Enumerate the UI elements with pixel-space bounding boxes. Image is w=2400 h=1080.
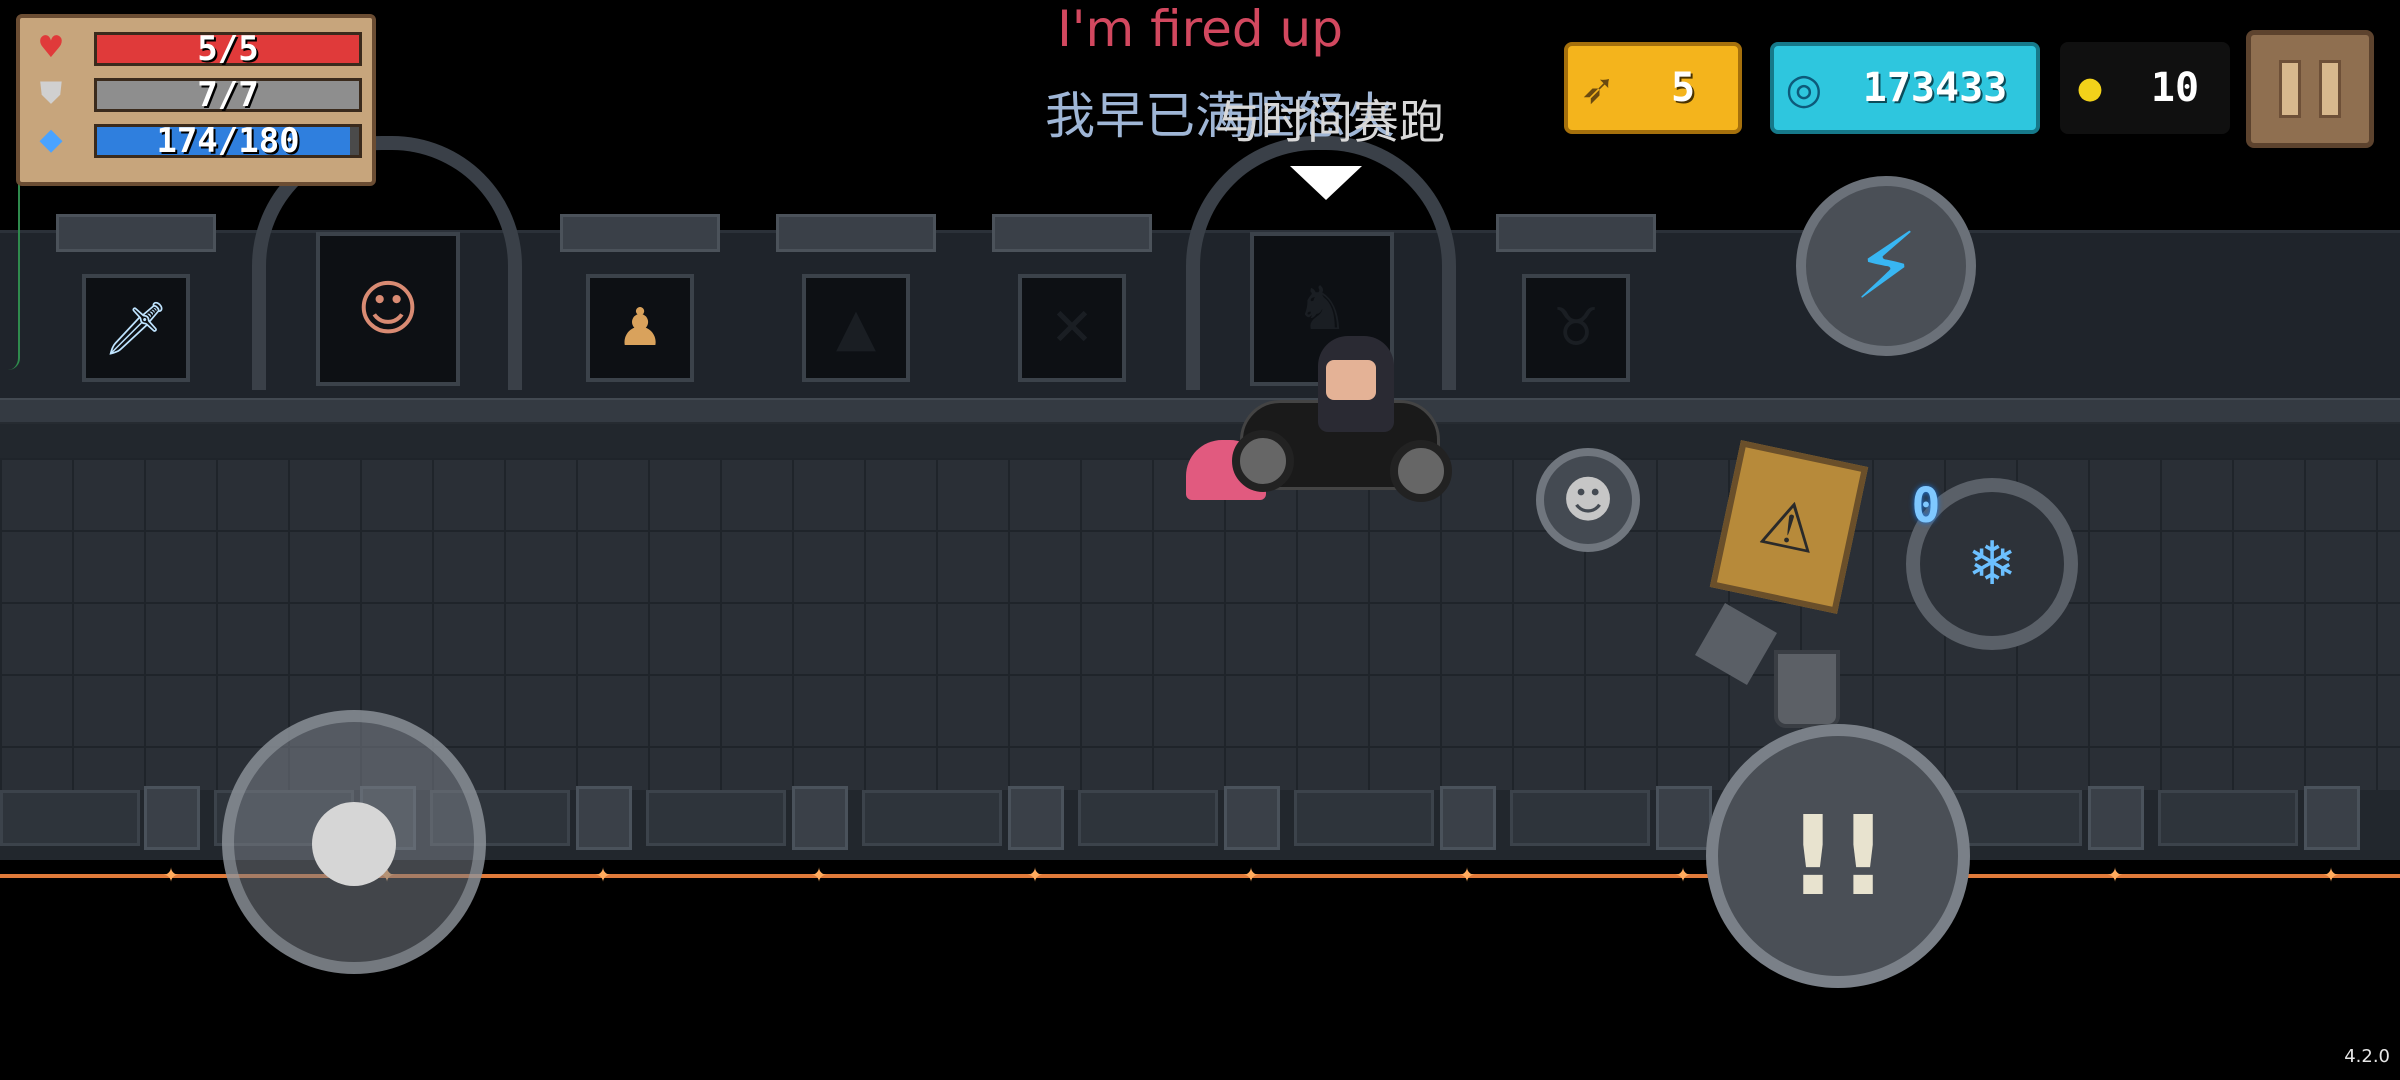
characters-icon: ♟ — [586, 274, 694, 382]
floor-edge-post — [1440, 786, 1496, 850]
floor-edge-post — [576, 786, 632, 850]
version-label: 4.2.0 — [2344, 1046, 2390, 1067]
floor-edge-post — [792, 786, 848, 850]
health-value: 5/5 — [197, 29, 259, 69]
face-icon: ☺ — [316, 232, 460, 386]
player-face — [1326, 360, 1376, 400]
floor-edge-post — [144, 786, 200, 850]
lava-spark: ✦ — [594, 863, 612, 887]
fish-counter: ➶ 5 — [1564, 42, 1742, 134]
floor-edge-block — [1078, 790, 1218, 846]
armor-row: ⛊ 7/7 — [30, 74, 370, 114]
smiley-icon: ☻ — [1561, 471, 1615, 529]
lava-spark: ✦ — [810, 863, 828, 887]
fish-icon: ➶ — [1580, 63, 1616, 113]
pedestal-characters[interactable]: ♟ — [560, 214, 720, 390]
weapon-energy-cost: 0 — [1911, 478, 1941, 534]
energy-diamond-icon: ◆ — [39, 122, 63, 157]
health-bar: 5/5 — [94, 32, 362, 66]
energy-bar: 174/180 — [94, 124, 362, 158]
motorcycle-wheel — [1232, 430, 1294, 492]
coin-icon: ● — [2076, 70, 2104, 106]
energy-row: ◆ 174/180 — [30, 120, 370, 160]
interact-exclamation-icon: !! — [1787, 792, 1889, 920]
floor-edge-block — [1294, 790, 1434, 846]
armor-bar: 7/7 — [94, 78, 362, 112]
shield-icon: ⛊ — [39, 76, 63, 111]
lava-spark: ✦ — [162, 863, 180, 887]
energy-value: 174/180 — [156, 121, 300, 161]
pedestal-locked-wings[interactable]: ✕ — [992, 214, 1152, 390]
coin-counter: ● 10 — [2060, 42, 2230, 134]
player-stats-panel: ♥ 5/5 ⛊ 7/7 ◆ 174/180 — [16, 14, 376, 186]
lightning-icon: ⚡ — [1853, 212, 1919, 320]
pedestal-cap — [1496, 214, 1656, 252]
ice-claw-icon: ❄ — [1966, 529, 2018, 599]
floor-edge-block — [2158, 790, 2298, 846]
hat-silhouette-icon: ▲ — [802, 274, 910, 382]
sword-icon: 🗡 — [82, 274, 190, 382]
attack-button[interactable]: !! — [1706, 724, 1970, 988]
lava-spark: ✦ — [1458, 863, 1476, 887]
bucket — [1774, 650, 1840, 728]
pedestal-cap — [560, 214, 720, 252]
lava-spark: ✦ — [1674, 863, 1692, 887]
lava-spark: ✦ — [2322, 863, 2340, 887]
floor-edge-post — [2304, 786, 2360, 850]
floor-edge-post — [2088, 786, 2144, 850]
wall-ledge — [0, 398, 2400, 424]
speech-text: I'm fired up — [1057, 0, 1343, 58]
lava-spark: ✦ — [1026, 863, 1044, 887]
pedestal-locked-horns[interactable]: ♉ — [1496, 214, 1656, 390]
pause-icon — [2279, 60, 2301, 118]
wings-silhouette-icon: ✕ — [1018, 274, 1126, 382]
floor-edge-post — [1224, 786, 1280, 850]
horns-silhouette-icon: ♉ — [1522, 274, 1630, 382]
lava-spark: ✦ — [1242, 863, 1260, 887]
gem-counter: ◎ 173433 — [1770, 42, 2040, 134]
pedestal-cap — [56, 214, 216, 252]
coin-count: 10 — [2150, 65, 2200, 111]
health-row: ♥ 5/5 — [30, 28, 370, 68]
fish-count: 5 — [1670, 65, 1696, 111]
floor-edge-block — [862, 790, 1002, 846]
emote-button[interactable]: ☻ — [1536, 448, 1640, 552]
floor-edge-post — [1008, 786, 1064, 850]
pedestal-cap — [992, 214, 1152, 252]
lava-spark: ✦ — [2106, 863, 2124, 887]
pedestal-locked-hat[interactable]: ▲ — [776, 214, 936, 390]
joystick-knob[interactable] — [312, 802, 396, 886]
gem-count: 173433 — [1862, 65, 2008, 111]
floor-edge-post — [1656, 786, 1712, 850]
motorcycle-wheel — [1390, 440, 1452, 502]
floor-edge-block — [646, 790, 786, 846]
heart-icon: ♥ — [37, 30, 65, 65]
pedestal-cap — [776, 214, 936, 252]
armor-value: 7/7 — [197, 75, 259, 115]
skill-button[interactable]: ⚡ — [1796, 176, 1976, 356]
floor-edge-block — [0, 790, 140, 846]
pause-button[interactable] — [2246, 30, 2374, 148]
pedestal-sword[interactable]: 🗡 — [56, 214, 216, 390]
overlay-caption: 与时间赛跑 — [1215, 95, 1445, 149]
interaction-arrow-icon — [1290, 166, 1362, 200]
gem-icon: ◎ — [1785, 63, 1823, 113]
pause-icon — [2319, 60, 2341, 118]
floor-edge-block — [1510, 790, 1650, 846]
